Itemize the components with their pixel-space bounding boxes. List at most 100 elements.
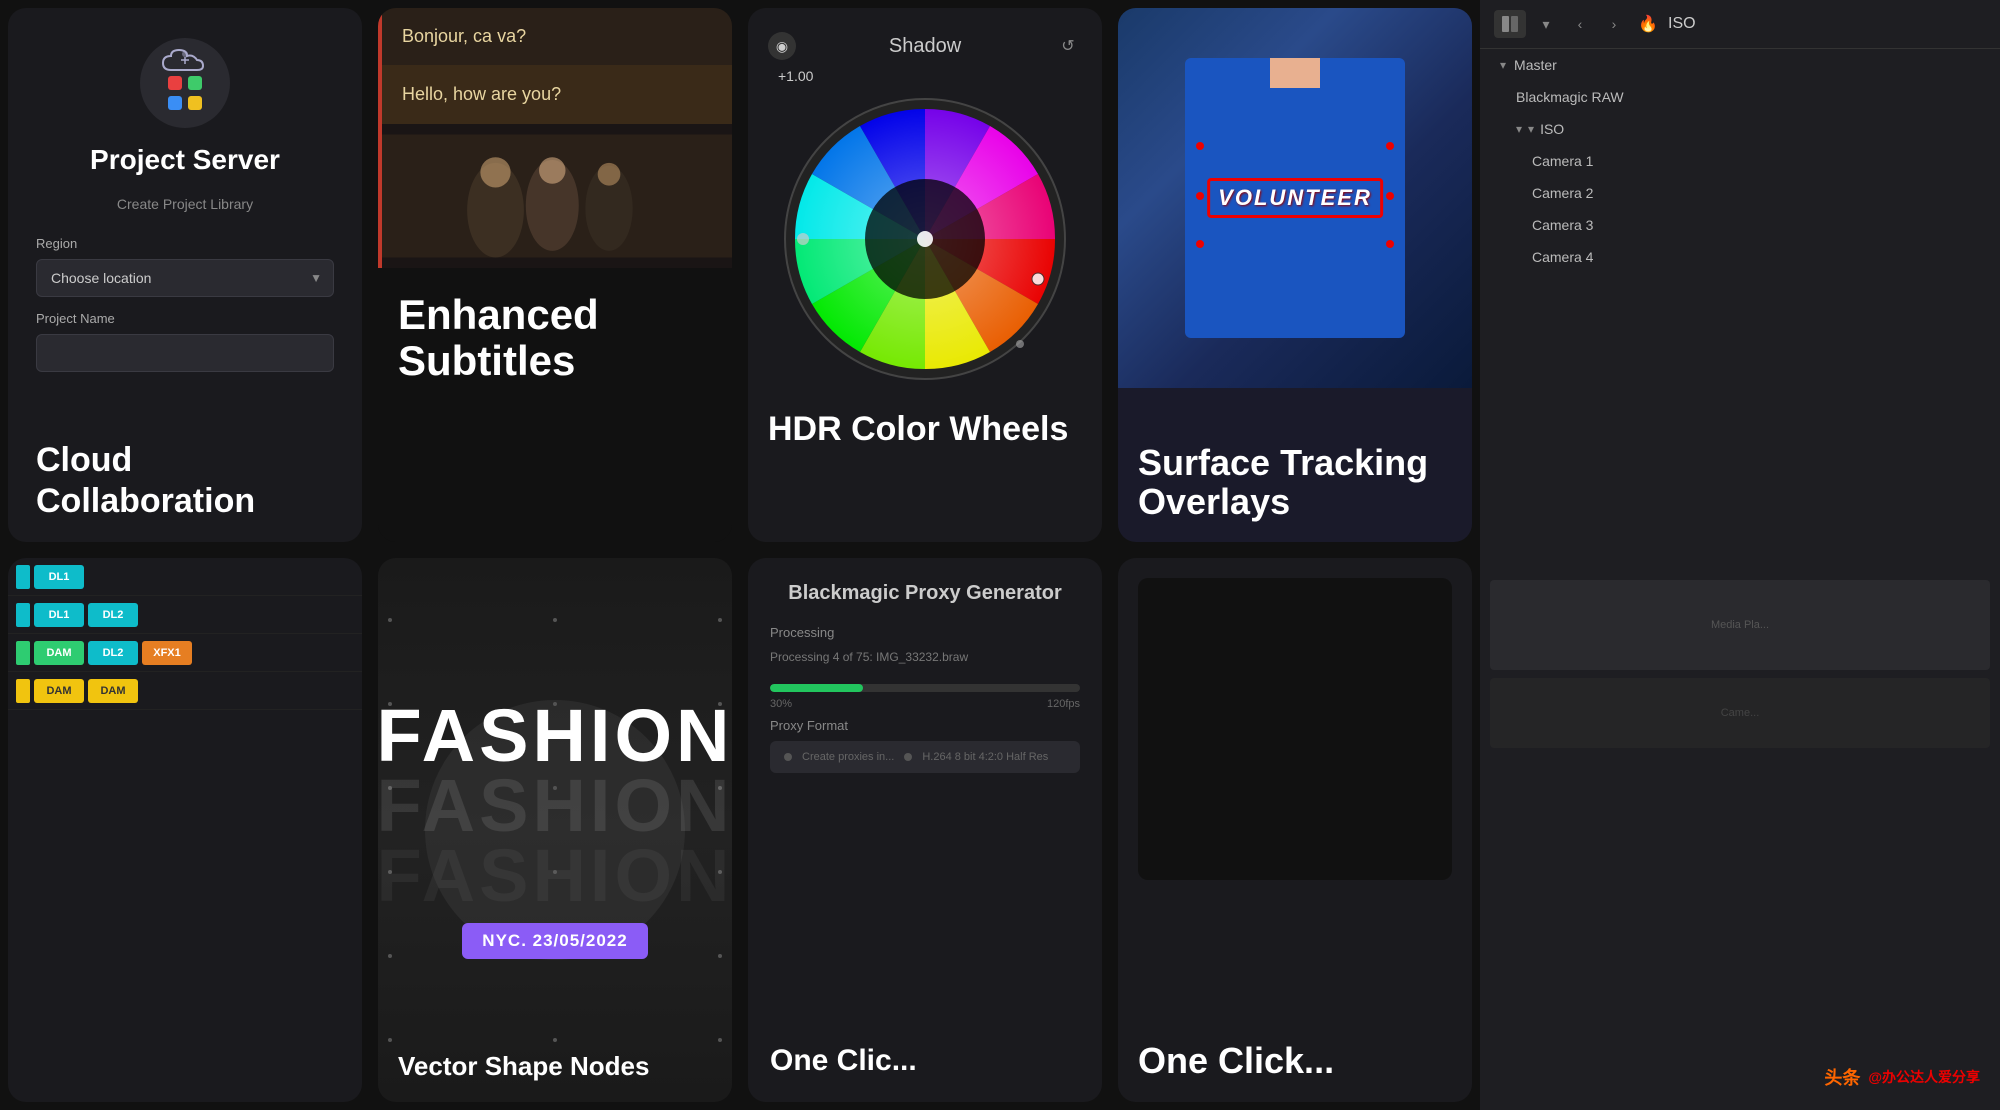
davinci-logo xyxy=(140,38,230,128)
tracking-dot xyxy=(1386,142,1394,150)
project-server-title: Project Server xyxy=(90,144,280,176)
tracking-dots xyxy=(1185,58,1405,338)
color-wheel-svg xyxy=(780,94,1070,384)
grid-dot xyxy=(718,618,722,622)
tracking-dot xyxy=(1196,142,1204,150)
timeline-area: DL1 DL1 DL2 DAM DL2 XFX1 xyxy=(8,558,362,710)
location-select[interactable]: Choose location xyxy=(36,259,334,297)
proxy-generator-panel: Blackmagic Proxy Generator Processing Pr… xyxy=(748,558,1102,1102)
subtitle-line-2: Hello, how are you? xyxy=(382,66,732,124)
hdr-shadow-label: Shadow xyxy=(889,35,961,58)
proxy-progress-info: 30% 120fps xyxy=(770,698,1080,710)
timeline-row-1: DL1 xyxy=(8,558,362,596)
timeline-row-3: DAM DL2 XFX1 xyxy=(8,634,362,672)
proxy-fps: 120fps xyxy=(1047,698,1080,710)
proxy-processing-label: Processing xyxy=(770,625,1080,640)
volunteer-image: VOLUNTEER xyxy=(1118,8,1472,388)
proxy-format-label: Proxy Format xyxy=(770,718,1080,733)
timeline-track-4: DAM DAM xyxy=(8,679,362,703)
tracking-dot xyxy=(1386,240,1394,248)
fashion-background: FASHION FASHION FASHION NYC. 23/05/2022 xyxy=(378,558,732,1102)
tree-item-iso[interactable]: ▾ ISO xyxy=(1480,113,2000,145)
track-block-dam-1: DAM xyxy=(34,641,84,665)
fashion-date: NYC. 23/05/2022 xyxy=(482,931,627,950)
tree-item-camera4[interactable]: Camera 4 xyxy=(1480,241,2000,273)
proxy-progress-percent: 30% xyxy=(770,698,792,710)
vector-shape-nodes-panel: FASHION FASHION FASHION NYC. 23/05/2022 … xyxy=(378,558,732,1102)
camera-placeholder-label: Came... xyxy=(1721,707,1760,719)
track-block-dam-2: DAM xyxy=(34,679,84,703)
tree-item-master[interactable]: Master xyxy=(1480,49,2000,81)
enhanced-subtitles-panel: Bonjour, ca va? Hello, how are you? Enha… xyxy=(378,8,732,542)
tracking-dot xyxy=(1386,192,1394,200)
hdr-value: +1.00 xyxy=(768,68,813,84)
track-indicator-green xyxy=(16,641,30,665)
timeline-row-4: DAM DAM xyxy=(8,672,362,710)
cloud-collab-title: Cloud Collaboration xyxy=(36,420,334,522)
tree-item-camera3[interactable]: Camera 3 xyxy=(1480,209,2000,241)
vector-title: Vector Shape Nodes xyxy=(398,1051,649,1082)
fashion-text-main: FASHION xyxy=(378,701,732,771)
grid-dot xyxy=(388,618,392,622)
track-block-xfx1: XFX1 xyxy=(142,641,192,665)
project-name-input[interactable] xyxy=(36,334,334,372)
cloud-collab-panel: DL1 DL1 DL2 DAM DL2 XFX1 xyxy=(8,558,362,1102)
region-label: Region xyxy=(36,236,334,251)
track-block-dl2-1: DL2 xyxy=(88,603,138,627)
iso-tree: Master Blackmagic RAW ▾ ISO Camera 1 Cam… xyxy=(1480,49,2000,570)
layout-icon xyxy=(1501,15,1519,33)
media-placeholder-label: Media Pla... xyxy=(1711,619,1769,631)
location-select-wrapper[interactable]: Choose location ▼ xyxy=(36,259,334,297)
iso-toolbar: ▾ ‹ › 🔥 ISO xyxy=(1480,0,2000,49)
timeline-track-2: DL1 DL2 xyxy=(8,603,362,627)
chevron-left-icon[interactable]: ‹ xyxy=(1566,10,1594,38)
hdr-header: ◉ Shadow ↺ xyxy=(768,32,1082,60)
proxy-progress-bar xyxy=(770,684,1080,692)
subtitle-video-area: Bonjour, ca va? Hello, how are you? xyxy=(378,8,732,268)
timeline-row-2: DL1 DL2 xyxy=(8,596,362,634)
volunteer-shirt: VOLUNTEER xyxy=(1185,58,1405,338)
timeline-track-1: DL1 xyxy=(8,565,362,589)
grid-dot xyxy=(553,1038,557,1042)
surface-tracking-panel: VOLUNTEER Surface Tracking Overlays xyxy=(1118,8,1472,542)
watermark: 头条 @办公达人爱分享 xyxy=(1824,1064,1980,1090)
one-click-title: One Click... xyxy=(1138,1040,1452,1082)
tree-item-camera2[interactable]: Camera 2 xyxy=(1480,177,2000,209)
logo-dot-red xyxy=(168,76,182,90)
grid-dot xyxy=(718,1038,722,1042)
proxy-create-text: Create proxies in... xyxy=(802,751,894,763)
grid-dot xyxy=(388,1038,392,1042)
watermark-handle: @办公达人爱分享 xyxy=(1868,1067,1980,1087)
one-click-panel: One Click... xyxy=(1118,558,1472,1102)
track-block-dl2-2: DL2 xyxy=(88,641,138,665)
logo-dot-green xyxy=(188,76,202,90)
tree-item-blackmagic-raw[interactable]: Blackmagic RAW xyxy=(1480,81,2000,113)
proxy-file-text: Processing 4 of 75: IMG_33232.braw xyxy=(770,650,1080,664)
tracking-dot xyxy=(1196,240,1204,248)
iso-panel: ▾ ‹ › 🔥 ISO Master Blackmagic RAW ▾ ISO … xyxy=(1480,0,2000,1110)
project-server-panel: Project Server Create Project Library Re… xyxy=(8,8,362,542)
timeline-track-3: DAM DL2 XFX1 xyxy=(8,641,362,665)
color-wheel-container[interactable] xyxy=(780,94,1070,384)
thumbnail-svg xyxy=(382,131,732,261)
track-indicator-cyan-2 xyxy=(16,603,30,627)
region-group: Region Choose location ▼ xyxy=(36,236,334,297)
proxy-format-box: Create proxies in... H.264 8 bit 4:2:0 H… xyxy=(770,741,1080,773)
track-indicator-yellow xyxy=(16,679,30,703)
layout-button[interactable] xyxy=(1494,10,1526,38)
speedometer-icon: ◉ xyxy=(768,32,796,60)
flame-icon: 🔥 xyxy=(1634,10,1662,38)
tree-item-camera1[interactable]: Camera 1 xyxy=(1480,145,2000,177)
media-placeholder-2: Came... xyxy=(1490,678,1990,748)
chevron-right-icon[interactable]: › xyxy=(1600,10,1628,38)
project-name-label: Project Name xyxy=(36,311,334,326)
create-project-label: Create Project Library xyxy=(117,196,253,212)
cloud-icon xyxy=(157,46,213,76)
track-block-dl1-2: DL1 xyxy=(34,603,84,627)
chevron-down-icon[interactable]: ▾ xyxy=(1532,10,1560,38)
hdr-reset-button[interactable]: ↺ xyxy=(1054,32,1082,60)
proxy-dot xyxy=(784,753,792,761)
subtitle-line-1: Bonjour, ca va? xyxy=(382,8,732,66)
hdr-title: HDR Color Wheels xyxy=(768,410,1082,449)
media-placeholder-1: Media Pla... xyxy=(1490,580,1990,670)
